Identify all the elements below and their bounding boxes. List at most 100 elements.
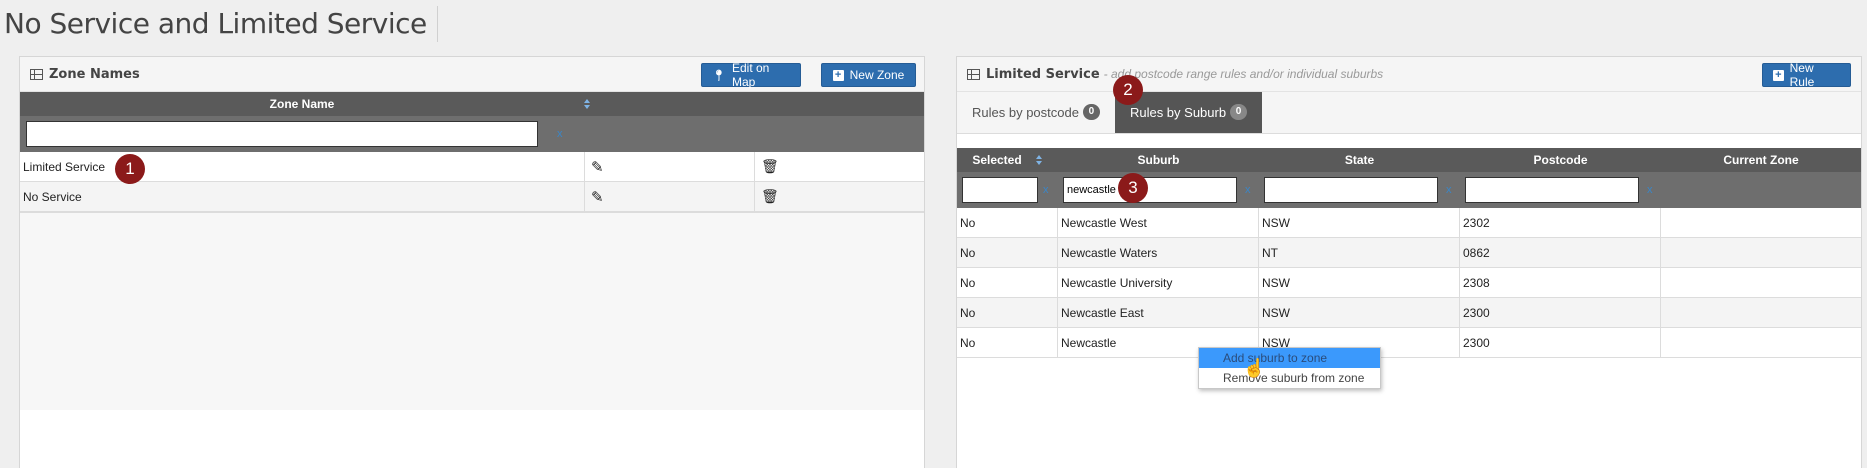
suburb-cell: Newcastle East (1058, 298, 1259, 327)
table-row[interactable]: Limited Service ✎ 🗑︎ (20, 152, 924, 182)
plus-icon: + (832, 69, 844, 81)
table-row[interactable]: No Service ✎ 🗑︎ (20, 182, 924, 212)
postcode-filter-input[interactable] (1465, 177, 1639, 203)
new-rule-label: New Rule (1789, 61, 1815, 89)
limited-service-header: Limited Service - add postcode range rul… (957, 57, 1861, 92)
map-marker-icon: 📍︎ (712, 69, 726, 82)
state-cell: NT (1259, 238, 1460, 267)
state-column-header[interactable]: State (1259, 153, 1460, 167)
edit-on-map-label: Edit on Map (731, 61, 770, 89)
count-badge: 0 (1230, 104, 1248, 120)
zone-rows: Limited Service ✎ 🗑︎ No Service ✎ 🗑︎ (20, 152, 924, 212)
selected-filter-clear-icon[interactable]: x (1043, 184, 1049, 196)
remove-suburb-from-zone-item[interactable]: Remove suburb from zone (1199, 368, 1380, 388)
zone-name-cell: Limited Service (20, 152, 585, 181)
state-cell: NSW (1259, 298, 1460, 327)
suburb-column-header[interactable]: Suburb (1058, 153, 1259, 167)
current-zone-cell (1661, 268, 1861, 297)
current-zone-column-header[interactable]: Current Zone (1661, 153, 1861, 167)
edit-icon[interactable]: ✎ (591, 158, 604, 176)
state-cell: NSW (1259, 208, 1460, 237)
suburb-grid-header: Selected Suburb State Postcode Current Z… (957, 148, 1861, 172)
delete-cell: 🗑︎ (755, 182, 924, 211)
selected-filter-cell: x (957, 177, 1058, 203)
new-rule-button[interactable]: + New Rule (1762, 61, 1851, 89)
step-badge-3: 3 (1118, 173, 1148, 203)
delete-cell: 🗑︎ (755, 152, 924, 181)
table-row[interactable]: No Newcastle East NSW 2300 (957, 298, 1861, 328)
selected-filter-input[interactable] (962, 177, 1038, 203)
tab-label: Rules by postcode (972, 104, 1079, 120)
limited-service-subtitle: - add postcode range rules and/or indivi… (1103, 67, 1384, 81)
postcode-cell: 0862 (1460, 238, 1661, 267)
tab-rules-by-postcode[interactable]: Rules by postcode 0 (957, 91, 1115, 133)
table-icon (967, 68, 980, 80)
context-menu: Add suburb to zone Remove suburb from zo… (1198, 347, 1381, 389)
tab-label: Rules by Suburb (1129, 104, 1227, 120)
zone-grid-empty-area (20, 212, 924, 410)
postcode-cell: 2300 (1460, 298, 1661, 327)
zone-name-filter-input[interactable] (26, 121, 538, 147)
limited-service-panel: Limited Service - add postcode range rul… (956, 56, 1862, 468)
suburb-cell: Newcastle West (1058, 208, 1259, 237)
trash-icon[interactable]: 🗑︎ (761, 188, 779, 205)
add-suburb-to-zone-item[interactable]: Add suburb to zone (1199, 348, 1380, 368)
rules-tabs: Rules by postcode 0 Rules by Suburb 0 (957, 91, 1861, 134)
sort-icon[interactable] (584, 99, 591, 109)
state-filter-input[interactable] (1264, 177, 1438, 203)
zone-grid-header: Zone Name (20, 92, 924, 116)
suburb-rows: No Newcastle West NSW 2302 No Newcastle … (957, 208, 1861, 358)
selected-cell: No (957, 238, 1058, 267)
new-zone-label: New Zone (849, 68, 905, 82)
hand-cursor-icon: ☝ (1243, 358, 1266, 378)
selected-cell: No (957, 208, 1058, 237)
edit-cell: ✎ (585, 152, 755, 181)
step-badge-1: 1 (115, 154, 145, 184)
selected-column-header[interactable]: Selected (957, 153, 1058, 167)
state-cell: NSW (1259, 268, 1460, 297)
state-filter-cell: x (1259, 177, 1460, 203)
postcode-filter-cell: x (1460, 177, 1661, 203)
edit-on-map-button[interactable]: 📍︎ Edit on Map (701, 61, 801, 89)
suburb-filter-input[interactable] (1063, 177, 1237, 203)
table-row[interactable]: No Newcastle NSW 2300 (957, 328, 1861, 358)
suburb-cell: Newcastle Waters (1058, 238, 1259, 267)
suburb-filter-cell: x (1058, 177, 1259, 203)
zone-names-title: Zone Names (49, 66, 140, 82)
zone-filter-clear-icon[interactable]: x (557, 128, 563, 140)
limited-service-title: Limited Service (986, 66, 1100, 82)
new-zone-button[interactable]: + New Zone (821, 63, 916, 87)
zone-names-header: Zone Names 📍︎ Edit on Map + New Zone (20, 57, 924, 92)
zone-name-cell: No Service (20, 182, 585, 211)
zone-name-column-header[interactable]: Zone Name (20, 97, 584, 111)
postcode-cell: 2302 (1460, 208, 1661, 237)
zone-names-panel: Zone Names 📍︎ Edit on Map + New Zone Zon… (19, 56, 925, 468)
table-row[interactable]: No Newcastle University NSW 2308 (957, 268, 1861, 298)
sort-icon[interactable] (1035, 155, 1043, 165)
current-zone-cell (1661, 328, 1861, 357)
postcode-column-header[interactable]: Postcode (1460, 153, 1661, 167)
step-badge-2: 2 (1113, 75, 1143, 105)
edit-icon[interactable]: ✎ (591, 188, 604, 206)
trash-icon[interactable]: 🗑︎ (761, 158, 779, 175)
plus-icon: + (1773, 69, 1784, 81)
state-filter-clear-icon[interactable]: x (1446, 184, 1452, 196)
table-row[interactable]: No Newcastle Waters NT 0862 (957, 238, 1861, 268)
postcode-cell: 2308 (1460, 268, 1661, 297)
tabs-spacer (957, 134, 1861, 148)
selected-column-label: Selected (972, 153, 1022, 167)
current-zone-cell (1661, 298, 1861, 327)
suburb-filter-row: x x x x (957, 172, 1861, 208)
postcode-filter-clear-icon[interactable]: x (1647, 184, 1653, 196)
table-icon (30, 68, 43, 80)
count-badge: 0 (1082, 104, 1100, 120)
suburb-cell: Newcastle University (1058, 268, 1259, 297)
postcode-cell: 2300 (1460, 328, 1661, 357)
suburb-filter-clear-icon[interactable]: x (1245, 184, 1251, 196)
page-title: No Service and Limited Service (4, 6, 438, 42)
selected-cell: No (957, 268, 1058, 297)
current-zone-cell (1661, 208, 1861, 237)
table-row[interactable]: No Newcastle West NSW 2302 (957, 208, 1861, 238)
zone-filter-row: x (20, 116, 924, 152)
selected-cell: No (957, 298, 1058, 327)
